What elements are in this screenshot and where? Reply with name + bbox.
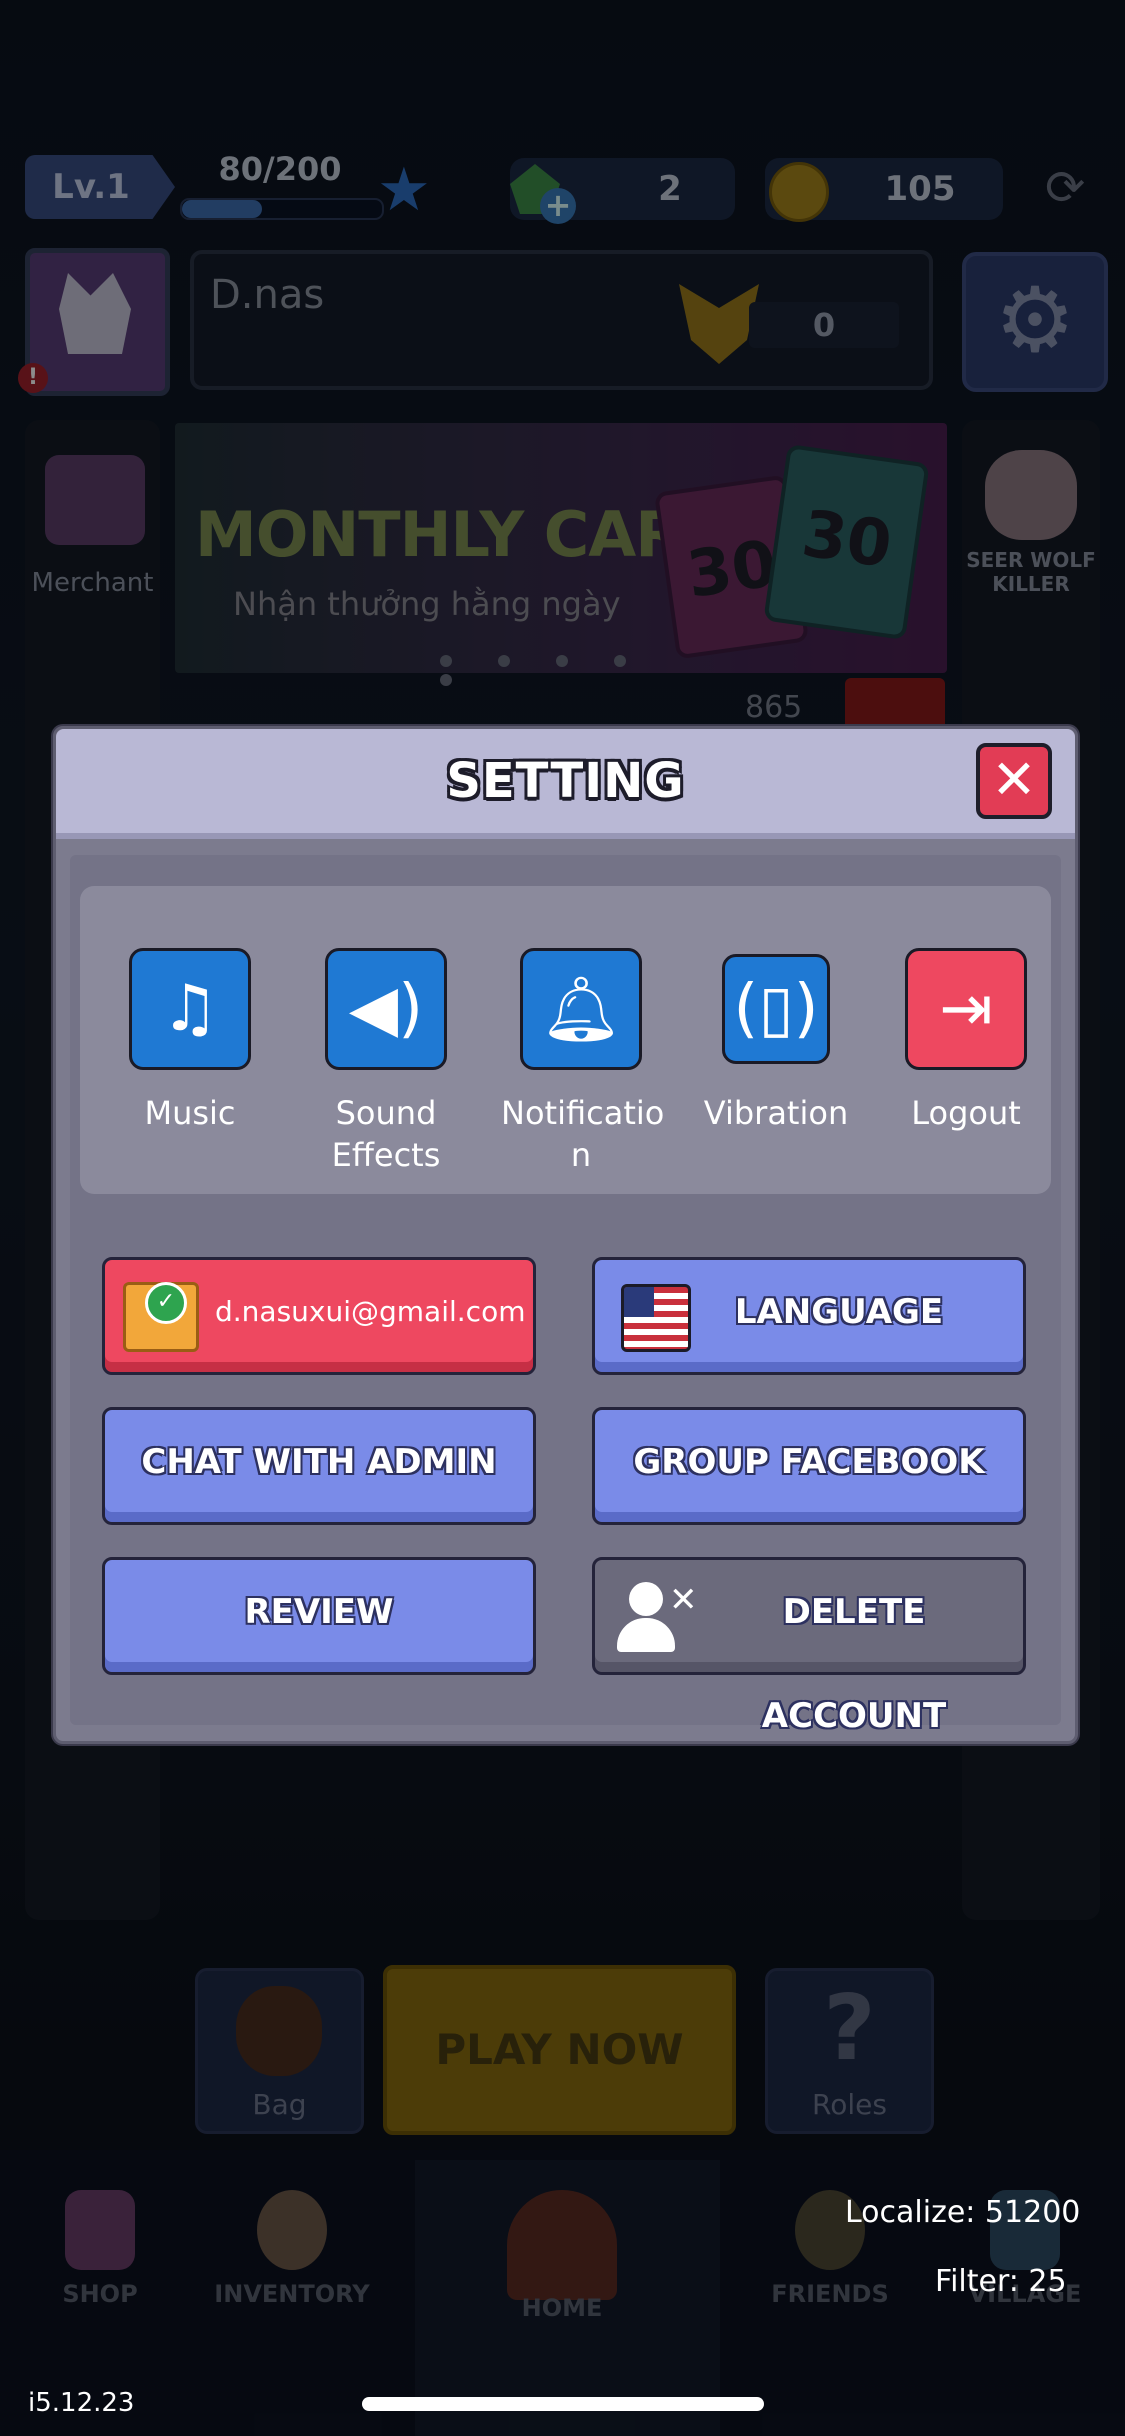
logout-label: Logout [911, 1094, 1021, 1132]
bell-icon[interactable]: 🔔︎ [520, 948, 642, 1070]
language-button[interactable]: LANGUAGE [592, 1257, 1026, 1375]
setting-dialog: SETTING ✕ ♫ Music ◀) Sound Effects 🔔︎ Not… [53, 726, 1078, 1744]
version-text: i5.12.23 [28, 2388, 135, 2418]
localize-debug-text: Localize: 51200 [845, 2195, 1081, 2230]
vibration-label: Vibration [703, 1094, 849, 1132]
review-button[interactable]: REVIEW [102, 1557, 536, 1675]
notification-toggle[interactable]: 🔔︎ Notificatio n [501, 948, 665, 1176]
speaker-icon[interactable]: ◀) [325, 948, 447, 1070]
delete-account-button[interactable]: ✕ DELETE ACCOUNT [592, 1557, 1026, 1736]
chat-with-admin-label: CHAT WITH ADMIN [141, 1442, 497, 1482]
music-toggle[interactable]: ♫ Music [110, 948, 270, 1134]
settings-toggle-panel: ♫ Music ◀) Sound Effects 🔔︎ Notificatio n … [80, 886, 1051, 1194]
delete-account-label: DELETE ACCOUNT [761, 1592, 947, 1736]
review-label: REVIEW [244, 1592, 394, 1632]
email-text: d.nasuxui@gmail.com [215, 1295, 526, 1328]
sound-effects-toggle[interactable]: ◀) Sound Effects [306, 948, 466, 1176]
close-button[interactable]: ✕ [976, 743, 1052, 819]
notification-label: Notificatio n [501, 1094, 665, 1174]
email-button[interactable]: ✓ d.nasuxui@gmail.com [102, 1257, 536, 1375]
dialog-title: SETTING [446, 753, 685, 809]
language-label: LANGUAGE [734, 1292, 944, 1332]
group-facebook-label: GROUP FACEBOOK [633, 1442, 985, 1482]
music-label: Music [144, 1094, 236, 1132]
vibration-icon[interactable]: (▯) [722, 954, 830, 1064]
sound-effects-label: Sound Effects [331, 1094, 441, 1174]
close-icon: ✕ [991, 748, 1037, 811]
logout-toggle[interactable]: ⇥ Logout [886, 948, 1046, 1134]
dialog-header: SETTING ✕ [56, 729, 1075, 839]
home-indicator[interactable] [362, 2397, 764, 2411]
filter-debug-text: Filter: 25 [935, 2264, 1067, 2299]
group-facebook-button[interactable]: GROUP FACEBOOK [592, 1407, 1026, 1525]
check-icon: ✓ [145, 1282, 187, 1324]
logout-icon[interactable]: ⇥ [905, 948, 1027, 1070]
music-note-icon[interactable]: ♫ [129, 948, 251, 1070]
chat-with-admin-button[interactable]: CHAT WITH ADMIN [102, 1407, 536, 1525]
vibration-toggle[interactable]: (▯) Vibration [696, 948, 856, 1134]
